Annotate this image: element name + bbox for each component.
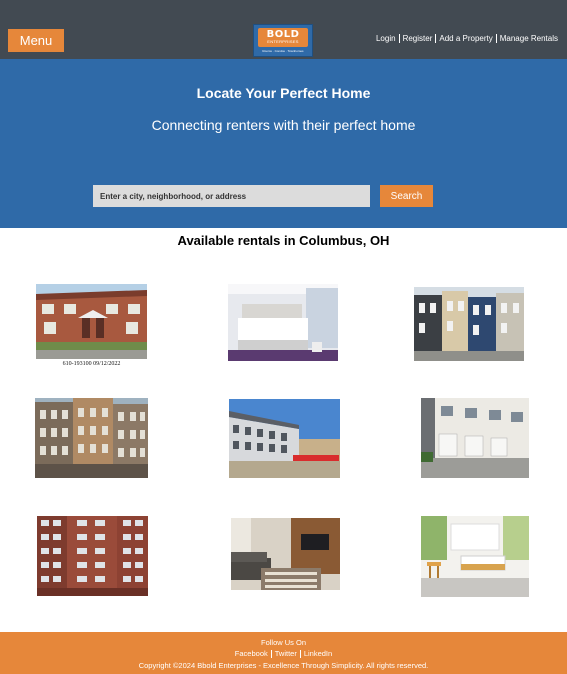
follow-us-label: Follow Us On [260,638,306,647]
account-links: Login Register Add a Property Manage Ren… [373,34,561,43]
listing-photo-living-room-sofa[interactable] [231,518,340,590]
social-links: Facebook Twitter LinkedIn [0,649,567,658]
photo-caption: 610-193100 09/12/2022 [62,361,121,367]
hero-title: Locate Your Perfect Home [196,85,371,101]
location-search-input[interactable] [93,185,370,207]
hero-subtitle: Connecting renters with their perfect ho… [151,117,416,133]
site-footer: Follow Us On Facebook Twitter LinkedIn C… [0,632,567,674]
register-link[interactable]: Register [400,34,436,43]
logo-tagline: Rooms · Condos · Townhomes [262,49,304,53]
listing-photo-modern-townhomes-garages[interactable] [421,398,529,478]
listing-photo-bright-kitchen[interactable] [421,516,529,597]
manage-rentals-link[interactable]: Manage Rentals [497,34,561,43]
listing-photo-old-apartment-facades[interactable] [35,398,148,478]
copyright-notice: Copyright ©2024 Bbold Enterprises - Exce… [138,661,429,670]
listing-photo-high-rise-brick-apartments[interactable] [37,516,148,596]
hero-banner: Locate Your Perfect Home Connecting rent… [0,59,567,228]
bold-enterprises-logo[interactable]: BOLD ENTERPRISES Rooms · Condos · Townho… [253,24,313,57]
listing-photo-brick-townhouses[interactable] [36,284,147,359]
listing-photo-new-townhouse-construction[interactable] [229,399,340,478]
login-link[interactable]: Login [373,34,399,43]
linkedin-link[interactable]: LinkedIn [301,649,335,658]
facebook-link[interactable]: Facebook [232,649,271,658]
twitter-link[interactable]: Twitter [272,649,300,658]
logo-sub: ENTERPRISES [267,39,299,44]
add-property-link[interactable]: Add a Property [436,34,495,43]
search-button[interactable]: Search [380,185,433,207]
top-navigation-bar: Menu BOLD ENTERPRISES Rooms · Condos · T… [0,0,567,59]
menu-button[interactable]: Menu [8,29,64,52]
listings-heading: Available rentals in Columbus, OH [177,233,390,248]
listing-photo-white-bedroom[interactable] [228,284,338,361]
listing-photo-victorian-row-houses[interactable] [414,287,524,361]
logo-badge: BOLD ENTERPRISES [258,28,308,47]
